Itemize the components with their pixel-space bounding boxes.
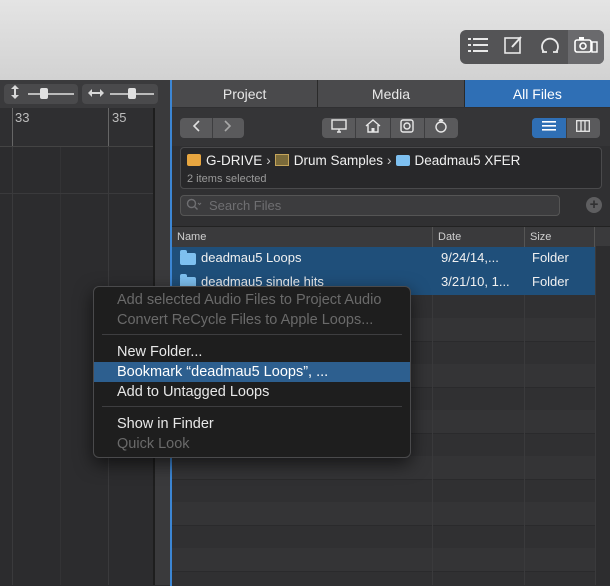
folder-icon xyxy=(395,154,410,166)
file-date: 3/21/10, 1... xyxy=(441,274,510,289)
location-buttons xyxy=(322,117,458,138)
search-placeholder: Search Files xyxy=(209,198,282,213)
context-menu: Add selected Audio Files to Project Audi… xyxy=(93,286,411,458)
empty-row xyxy=(172,525,595,549)
menu-item-add-to-untagged-loops[interactable]: Add to Untagged Loops xyxy=(94,382,410,402)
ruler-label: 35 xyxy=(112,110,127,125)
vertical-arrows-icon xyxy=(10,84,20,104)
ruler-tick xyxy=(12,108,13,146)
search-field[interactable]: Search Files xyxy=(180,195,560,216)
table-row[interactable]: deadmau5 Loops 9/24/14,... Folder xyxy=(172,247,595,271)
breadcrumb-item[interactable]: G-DRIVE xyxy=(206,153,262,168)
list-icon xyxy=(468,37,488,58)
empty-row xyxy=(172,502,595,526)
view-mode-buttons xyxy=(532,118,600,138)
loop-browser-button[interactable] xyxy=(532,30,568,64)
column-divider xyxy=(524,295,525,585)
chevron-right-icon: › xyxy=(387,152,392,168)
add-filter-button[interactable]: + xyxy=(586,197,602,213)
recent-icon xyxy=(434,117,448,138)
empty-row xyxy=(172,548,595,572)
menu-item-convert-recycle[interactable]: Convert ReCycle Files to Apple Loops... xyxy=(94,310,410,330)
slider-knob[interactable] xyxy=(128,88,136,99)
column-view-icon xyxy=(576,119,591,137)
recent-button[interactable] xyxy=(425,117,458,138)
column-divider xyxy=(432,295,433,585)
grid-line xyxy=(12,147,13,585)
tab-all-files[interactable]: All Files xyxy=(464,80,610,107)
computer-icon xyxy=(330,118,347,138)
breadcrumb-item[interactable]: Deadmau5 XFER xyxy=(415,153,521,168)
browser-tabs: Project Media All Files xyxy=(172,80,610,107)
computer-button[interactable] xyxy=(322,118,357,138)
browser-nav-row xyxy=(172,108,610,146)
grid-line xyxy=(60,147,61,585)
ruler-tick xyxy=(108,108,109,146)
file-size: Folder xyxy=(532,250,569,265)
column-size[interactable]: Size xyxy=(525,227,595,247)
browser-button[interactable] xyxy=(568,30,604,64)
column-header: Name Date Size xyxy=(172,226,610,248)
list-view-icon xyxy=(541,119,556,137)
folder-icon xyxy=(180,250,196,265)
project-folder-button[interactable] xyxy=(391,118,425,138)
menu-item-new-folder[interactable]: New Folder... xyxy=(94,342,410,362)
drive-icon xyxy=(187,154,201,166)
home-icon xyxy=(365,118,381,138)
horizontal-zoom-slider[interactable] xyxy=(82,84,158,104)
film-folder-icon xyxy=(274,154,289,166)
chevron-left-icon xyxy=(192,119,200,137)
menu-item-quick-look[interactable]: Quick Look xyxy=(94,434,410,454)
horizontal-arrows-icon xyxy=(88,85,104,103)
menu-item-bookmark[interactable]: Bookmark “deadmau5 Loops”, ... xyxy=(94,362,410,382)
file-size: Folder xyxy=(532,274,569,289)
forward-button[interactable] xyxy=(213,118,245,138)
back-button[interactable] xyxy=(180,118,213,138)
ruler-label: 33 xyxy=(15,110,30,125)
timeline-ruler[interactable]: 33 35 xyxy=(0,108,170,147)
browser-icon xyxy=(574,36,598,59)
file-name: deadmau5 Loops xyxy=(201,250,302,265)
project-icon xyxy=(400,118,414,138)
notepad-button[interactable] xyxy=(496,30,532,64)
menu-separator xyxy=(102,334,402,335)
home-button[interactable] xyxy=(356,118,391,138)
grid-line xyxy=(0,193,153,194)
breadcrumb-item[interactable]: Drum Samples xyxy=(294,153,383,168)
history-buttons xyxy=(180,118,244,138)
list-editor-button[interactable] xyxy=(460,30,496,64)
menu-item-add-to-project-audio[interactable]: Add selected Audio Files to Project Audi… xyxy=(94,290,410,310)
chevron-right-icon: › xyxy=(266,152,271,168)
tab-project[interactable]: Project xyxy=(172,80,319,107)
menu-separator xyxy=(102,406,402,407)
loop-icon xyxy=(539,36,561,59)
file-date: 9/24/14,... xyxy=(441,250,499,265)
column-name[interactable]: Name xyxy=(172,227,433,247)
scrollbar-track[interactable] xyxy=(595,246,610,585)
column-view-button[interactable] xyxy=(567,118,601,138)
view-toolbar xyxy=(460,30,604,64)
tab-media[interactable]: Media xyxy=(318,80,465,107)
vertical-zoom-slider[interactable] xyxy=(4,84,78,104)
chevron-right-icon xyxy=(224,119,232,137)
menu-item-show-in-finder[interactable]: Show in Finder xyxy=(94,414,410,434)
empty-row xyxy=(172,456,595,480)
note-icon xyxy=(504,35,524,59)
path-bar: G-DRIVE › Drum Samples › Deadmau5 XFER 2… xyxy=(180,147,602,189)
empty-row xyxy=(172,479,595,503)
list-view-button[interactable] xyxy=(532,118,567,138)
search-icon xyxy=(186,198,202,215)
column-date[interactable]: Date xyxy=(433,227,525,247)
selection-status: 2 items selected xyxy=(187,173,267,185)
slider-knob[interactable] xyxy=(40,88,48,99)
breadcrumb: G-DRIVE › Drum Samples › Deadmau5 XFER xyxy=(187,151,520,169)
